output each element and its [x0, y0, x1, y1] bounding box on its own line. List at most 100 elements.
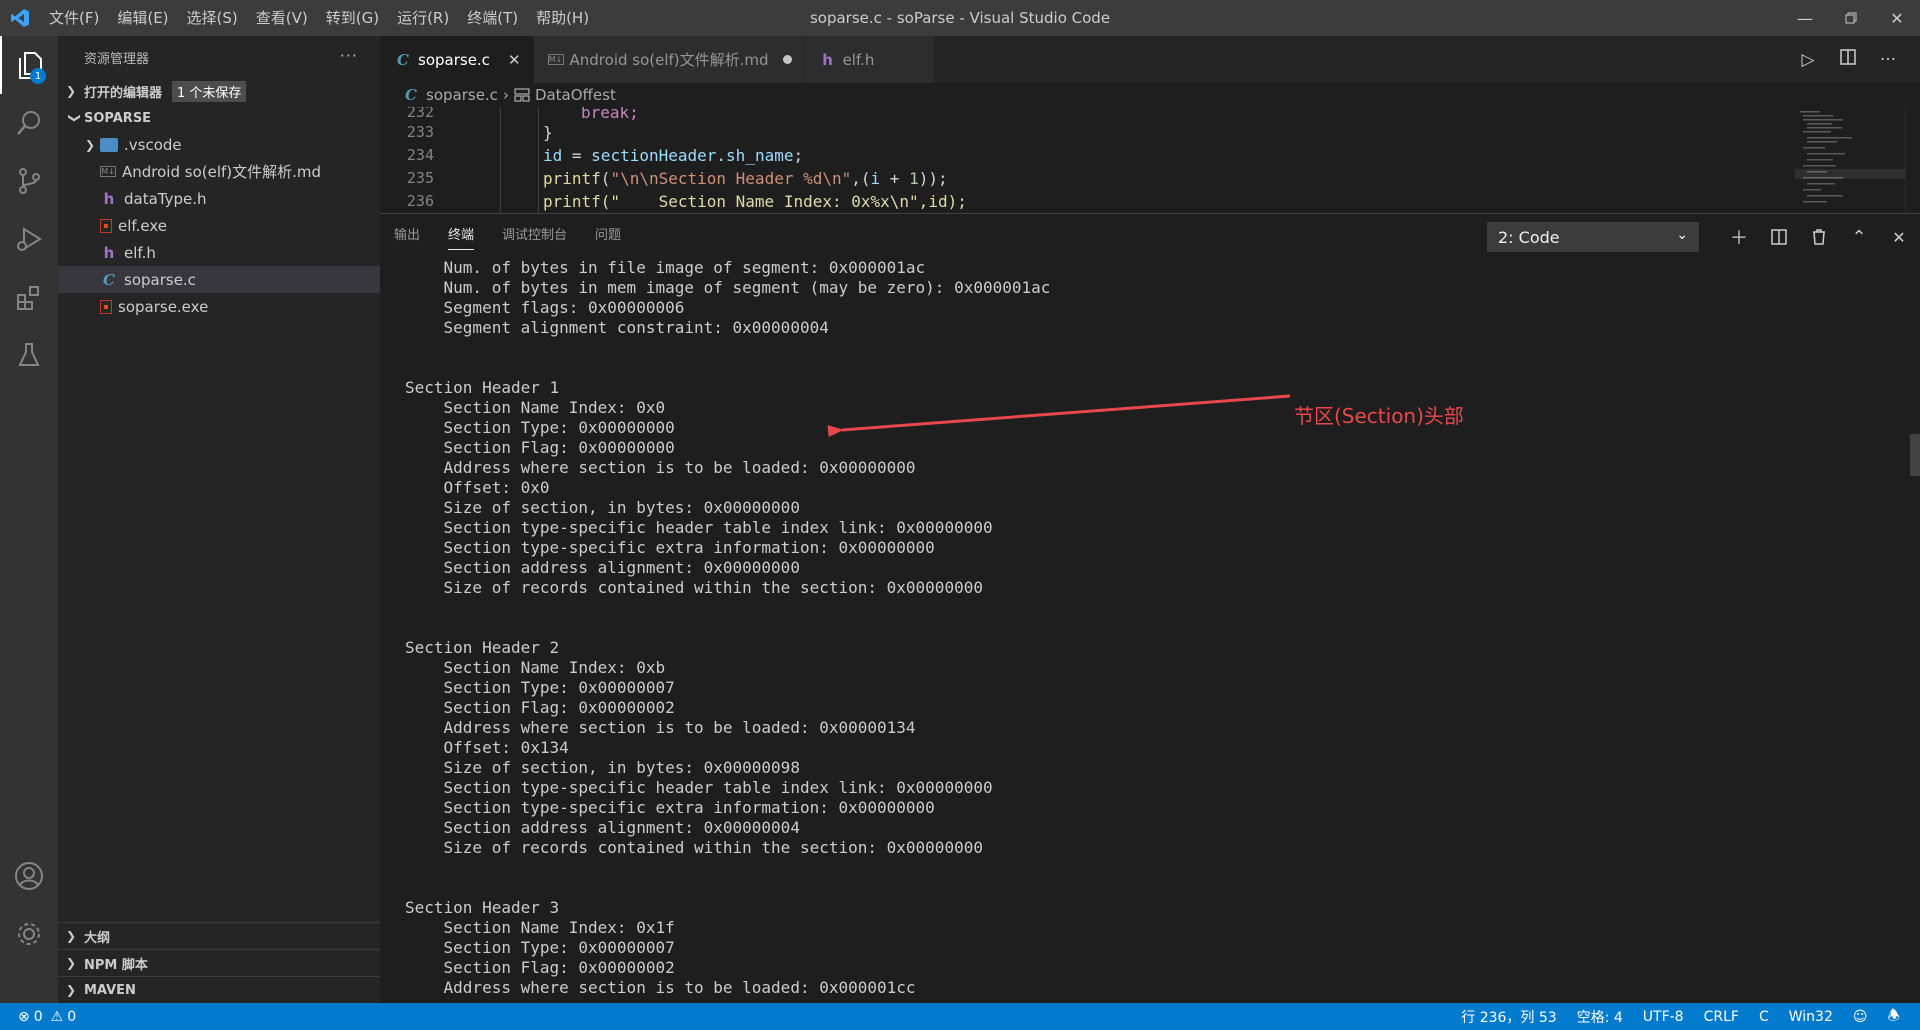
- code-line: 233 }: [380, 120, 553, 144]
- warning-icon: ⚠: [50, 1008, 64, 1025]
- terminal-select[interactable]: 2: Code ⌄: [1487, 222, 1699, 252]
- code-token: 1: [909, 168, 919, 188]
- restore-button[interactable]: [1828, 0, 1874, 36]
- tree-item-datatype-h[interactable]: h dataType.h: [58, 185, 380, 212]
- minimap[interactable]: [1795, 107, 1905, 213]
- c-file-icon: C: [405, 86, 417, 104]
- unsaved-dot-icon[interactable]: [782, 55, 792, 64]
- search-icon[interactable]: [0, 94, 58, 152]
- tab-label: elf.h: [842, 50, 875, 69]
- open-editors-section[interactable]: ❯ 打开的编辑器 1 个未保存: [58, 78, 380, 104]
- run-icon[interactable]: ▷: [1788, 50, 1828, 70]
- unsaved-badge: 1 个未保存: [172, 80, 247, 102]
- terminal-line: Size of section, in bytes: 0x00000098: [405, 758, 800, 777]
- code-line: 236 printf(" Section Name Index: 0x%x\n"…: [380, 189, 967, 213]
- menu-help[interactable]: 帮助(H): [527, 0, 598, 36]
- end-of-line[interactable]: CRLF: [1704, 1009, 1739, 1025]
- feedback-icon[interactable]: ☺: [1853, 1009, 1868, 1025]
- split-terminal-icon[interactable]: [1759, 222, 1799, 252]
- settings-gear-icon[interactable]: [0, 905, 58, 963]
- tree-item-md-file[interactable]: M↓ Android so(elf)文件解析.md: [58, 158, 380, 185]
- tab-terminal[interactable]: 终端: [448, 224, 475, 250]
- file-name: dataType.h: [124, 189, 207, 208]
- menu-selection[interactable]: 选择(S): [178, 0, 247, 36]
- tab-debug-console[interactable]: 调试控制台: [502, 224, 567, 250]
- project-section[interactable]: ❯ SOPARSE: [58, 105, 380, 131]
- markdown-icon: M↓: [100, 166, 116, 177]
- terminal-line: Offset: 0x134: [405, 738, 569, 757]
- split-editor-icon[interactable]: [1828, 49, 1868, 70]
- markdown-icon: M↓: [547, 54, 564, 65]
- indentation[interactable]: 空格: 4: [1577, 1007, 1623, 1027]
- terminal-line: Section Header 2: [405, 638, 560, 657]
- extensions-icon[interactable]: [0, 268, 58, 326]
- encoding[interactable]: UTF-8: [1643, 1009, 1684, 1025]
- minimize-button[interactable]: —: [1782, 0, 1828, 36]
- code-editor[interactable]: 232 break; 233 } 234 id = sectionHeader.…: [380, 107, 1800, 213]
- code-token: sh_name: [726, 145, 794, 165]
- c-file-icon: C: [103, 270, 115, 289]
- maven-section[interactable]: ❯ MAVEN: [58, 976, 380, 1003]
- tab-problems[interactable]: 问题: [595, 224, 621, 250]
- terminal-line: Size of section, in bytes: 0x00000000: [405, 498, 800, 517]
- tab-soparse-c[interactable]: C soparse.c ✕: [380, 36, 534, 83]
- npm-scripts-section[interactable]: ❯ NPM 脚本: [58, 949, 380, 976]
- code-text: }: [543, 122, 553, 142]
- tab-elf-h[interactable]: h elf.h: [804, 36, 936, 83]
- terminal-line: Num. of bytes in mem image of segment (m…: [405, 278, 1051, 297]
- more-actions-icon[interactable]: ···: [340, 46, 358, 65]
- chevron-right-icon: ❯: [66, 983, 77, 997]
- trash-icon[interactable]: [1799, 222, 1839, 252]
- source-control-icon[interactable]: [0, 152, 58, 210]
- menu-view[interactable]: 查看(V): [247, 0, 317, 36]
- more-actions-icon[interactable]: ···: [1868, 50, 1908, 70]
- chevron-right-icon: ❯: [66, 84, 77, 98]
- menu-run[interactable]: 运行(R): [388, 0, 458, 36]
- terminal-line: Address where section is to be loaded: 0…: [405, 458, 916, 477]
- terminal-line: Section Header 3: [405, 898, 560, 917]
- editor-scrollbar[interactable]: [1905, 107, 1920, 213]
- new-terminal-icon[interactable]: ＋: [1719, 222, 1759, 252]
- terminal-line: Segment alignment constraint: 0x00000004: [405, 318, 829, 337]
- platform[interactable]: Win32: [1789, 1009, 1833, 1025]
- tree-item-elf-h[interactable]: h elf.h: [58, 239, 380, 266]
- close-icon[interactable]: ✕: [508, 51, 521, 69]
- terminal-line: Section address alignment: 0x00000004: [405, 818, 800, 837]
- tab-output[interactable]: 输出: [394, 224, 420, 250]
- testing-flask-icon[interactable]: [0, 326, 58, 384]
- breadcrumb-file[interactable]: soparse.c: [426, 86, 498, 104]
- accounts-icon[interactable]: [0, 847, 58, 905]
- tree-item-soparse-exe[interactable]: ▪ soparse.exe: [58, 293, 380, 320]
- menu-edit[interactable]: 编辑(E): [108, 0, 177, 36]
- tab-label: soparse.c: [418, 50, 490, 69]
- code-token: i: [870, 168, 881, 188]
- h-file-icon: h: [822, 50, 833, 69]
- terminal-output[interactable]: Num. of bytes in file image of segment: …: [405, 258, 1885, 998]
- explorer-badge: 1: [30, 68, 46, 84]
- tree-item-soparse-c[interactable]: C soparse.c: [58, 266, 380, 293]
- run-debug-icon[interactable]: [0, 210, 58, 268]
- terminal-line: Section Type: 0x00000007: [405, 938, 675, 957]
- close-window-button[interactable]: ✕: [1874, 0, 1920, 36]
- menu-go[interactable]: 转到(G): [317, 0, 388, 36]
- terminal-scrollbar[interactable]: [1908, 214, 1920, 1004]
- cursor-position[interactable]: 行 236，列 53: [1461, 1007, 1556, 1027]
- tree-item-elf-exe[interactable]: ▪ elf.exe: [58, 212, 380, 239]
- explorer-icon[interactable]: 1: [0, 36, 58, 94]
- language-mode[interactable]: C: [1759, 1009, 1769, 1025]
- terminal-line: Num. of bytes in file image of segment: …: [405, 258, 926, 277]
- tree-item-vscode-folder[interactable]: ❯ .vscode: [58, 131, 380, 158]
- terminal-line: Size of records contained within the sec…: [405, 838, 983, 857]
- menu-file[interactable]: 文件(F): [40, 0, 108, 36]
- maximize-panel-icon[interactable]: ⌃: [1839, 222, 1879, 252]
- terminal-line: Section Flag: 0x00000002: [405, 698, 675, 717]
- scrollbar-thumb[interactable]: [1910, 434, 1920, 476]
- breadcrumb-symbol[interactable]: DataOffest: [535, 86, 616, 104]
- code-line: 235 printf("\n\nSection Header %d\n",(i …: [380, 166, 948, 190]
- outline-section[interactable]: ❯ 大纲: [58, 922, 380, 949]
- menu-terminal[interactable]: 终端(T): [458, 0, 527, 36]
- tab-android-md[interactable]: M↓ Android so(elf)文件解析.md: [533, 36, 805, 83]
- notifications-bell-icon[interactable]: 🕭: [1887, 1005, 1900, 1029]
- problems-status[interactable]: ⊗ 0 ⚠ 0: [18, 1003, 76, 1030]
